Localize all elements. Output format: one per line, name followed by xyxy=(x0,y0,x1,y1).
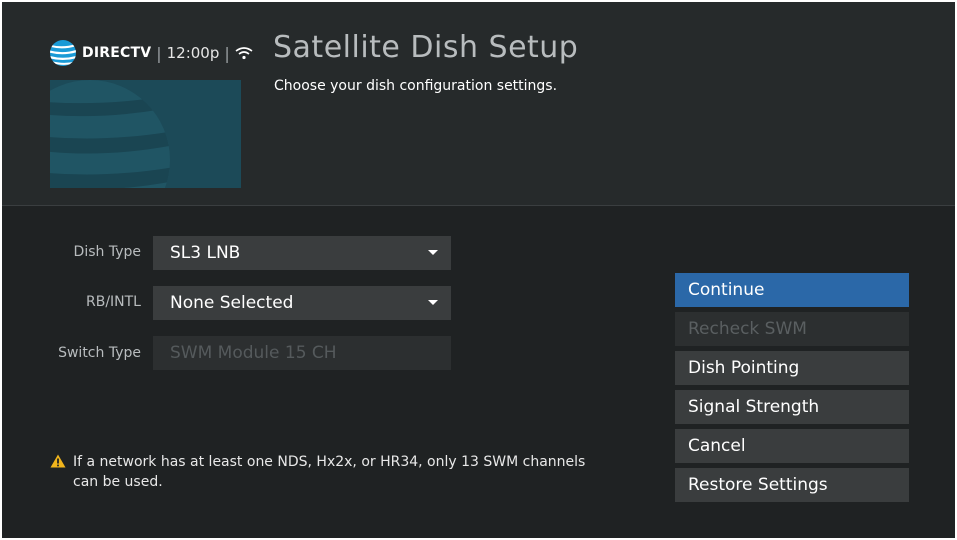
rb-intl-label: RB/INTL xyxy=(85,294,141,310)
chevron-down-icon xyxy=(428,300,438,305)
att-logo-thumbnail xyxy=(50,80,241,188)
cancel-button[interactable]: Cancel xyxy=(675,429,909,463)
recheck-swm-button[interactable]: Recheck SWM xyxy=(675,312,909,346)
chevron-down-icon xyxy=(428,250,438,255)
rb-intl-select[interactable]: None Selected xyxy=(153,286,451,320)
restore-settings-button[interactable]: Restore Settings xyxy=(675,468,909,502)
signal-strength-button[interactable]: Signal Strength xyxy=(675,390,909,424)
dish-pointing-button[interactable]: Dish Pointing xyxy=(675,351,909,385)
divider: | xyxy=(156,43,162,63)
switch-type-value: SWM Module 15 CH xyxy=(170,343,337,363)
page-title: Satellite Dish Setup xyxy=(273,30,579,65)
dish-type-value: SL3 LNB xyxy=(170,243,241,263)
clock: 12:00p xyxy=(166,44,220,62)
att-globe-graphic xyxy=(50,80,170,188)
wifi-icon xyxy=(235,47,253,60)
tv-screen: DIRECTV | 12:00p | Satellite Dish Setup … xyxy=(2,2,955,538)
continue-button[interactable]: Continue xyxy=(675,273,909,307)
header: DIRECTV | 12:00p | Satellite Dish Setup … xyxy=(2,2,955,206)
brand-name: DIRECTV xyxy=(82,45,152,61)
divider: | xyxy=(224,43,230,63)
warning-icon xyxy=(50,454,66,468)
dish-type-select[interactable]: SL3 LNB xyxy=(153,236,451,270)
dish-type-label: Dish Type xyxy=(73,244,141,260)
att-globe-icon xyxy=(50,40,76,66)
status-bar: DIRECTV | 12:00p | xyxy=(49,39,253,67)
warning-text: If a network has at least one NDS, Hx2x,… xyxy=(73,454,586,490)
switch-type-label: Switch Type xyxy=(58,345,141,361)
page-subtitle: Choose your dish configuration settings. xyxy=(274,78,558,94)
action-menu: Continue Recheck SWM Dish Pointing Signa… xyxy=(675,273,909,507)
switch-type-field: SWM Module 15 CH xyxy=(153,336,451,370)
rb-intl-value: None Selected xyxy=(170,293,294,313)
